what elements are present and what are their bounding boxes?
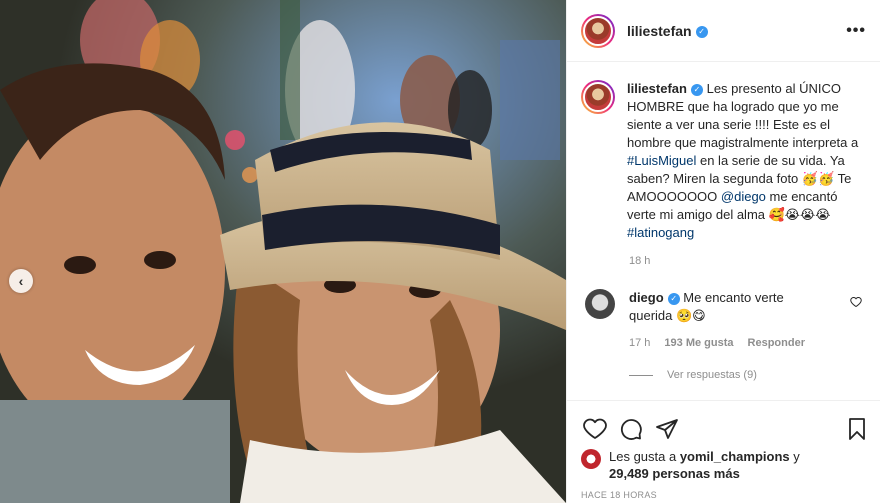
post-timestamp[interactable]: HACE 18 HORAS (581, 490, 657, 500)
emoji-group: 🥺😋 (675, 308, 706, 323)
avatar-image (583, 15, 613, 46)
verified-badge-icon: ✓ (690, 83, 703, 96)
post-photo[interactable]: ‹ (0, 0, 566, 503)
commenter-username[interactable]: diego (629, 290, 664, 305)
reply-button[interactable]: Responder (748, 337, 805, 349)
paper-plane-icon[interactable] (653, 415, 681, 443)
action-icons (581, 415, 871, 443)
comment-text: diego ✓ Me encanto verte querida 🥺😋 (629, 289, 819, 325)
comment-likes-count[interactable]: 193 Me gusta (664, 337, 733, 349)
comment-icon[interactable] (617, 415, 645, 443)
likes-middle: y (789, 449, 800, 464)
emoji-group: 🥰😭😭😭 (768, 207, 831, 222)
likes-text: Les gusta a yomil_champions y 29,489 per… (609, 448, 800, 482)
heart-icon[interactable] (581, 415, 609, 443)
post-side-panel: liliestefan ✓ ••• liliestefan ✓ Les presen… (566, 0, 880, 503)
post-header: liliestefan ✓ ••• (567, 0, 880, 62)
hashtag-link[interactable]: #latinogang (627, 225, 694, 240)
avatar-image (583, 82, 613, 112)
comment-time[interactable]: 17 h (629, 337, 650, 349)
photo-scene (0, 0, 566, 503)
likes-summary: Les gusta a yomil_champions y 29,489 per… (581, 448, 800, 482)
likes-prefix: Les gusta a (609, 449, 680, 464)
author-avatar[interactable] (581, 13, 615, 48)
caption-text: liliestefan ✓ Les presento al ÚNICO HOMBR… (627, 80, 867, 242)
likes-count[interactable]: 29,489 personas más (609, 466, 740, 481)
caption-avatar[interactable] (581, 80, 615, 114)
emoji-group: 🥳🥳 (801, 171, 835, 186)
caption-username[interactable]: liliestefan (627, 81, 687, 96)
author-username-text[interactable]: liliestefan (627, 23, 692, 39)
caption: liliestefan ✓ Les presento al ÚNICO HOMBR… (581, 80, 871, 242)
bookmark-icon[interactable] (843, 415, 871, 443)
replies-divider (629, 374, 653, 376)
liker-username[interactable]: yomil_champions (680, 449, 790, 464)
mention-link[interactable]: @diego (721, 189, 766, 204)
verified-badge-icon: ✓ (667, 292, 680, 305)
hashtag-link[interactable]: #LuisMiguel (627, 153, 696, 168)
comment: diego ✓ Me encanto verte querida 🥺😋 (581, 289, 871, 325)
author-username[interactable]: liliestefan ✓ (627, 23, 708, 39)
carousel-prev-button[interactable]: ‹ (9, 269, 33, 293)
comment-like-heart-icon[interactable] (850, 296, 862, 311)
caption-time[interactable]: 18 h (629, 255, 650, 267)
verified-badge-icon: ✓ (695, 25, 708, 38)
view-replies-button[interactable]: Ver respuestas (9) (629, 369, 757, 381)
liker-avatar[interactable] (581, 449, 601, 469)
comment-meta: 17 h 193 Me gusta Responder (629, 337, 805, 349)
more-options-icon[interactable]: ••• (846, 22, 866, 40)
view-replies-label[interactable]: Ver respuestas (9) (667, 369, 757, 381)
commenter-avatar[interactable] (585, 289, 615, 319)
actions-section: Les gusta a yomil_champions y 29,489 per… (567, 400, 880, 503)
